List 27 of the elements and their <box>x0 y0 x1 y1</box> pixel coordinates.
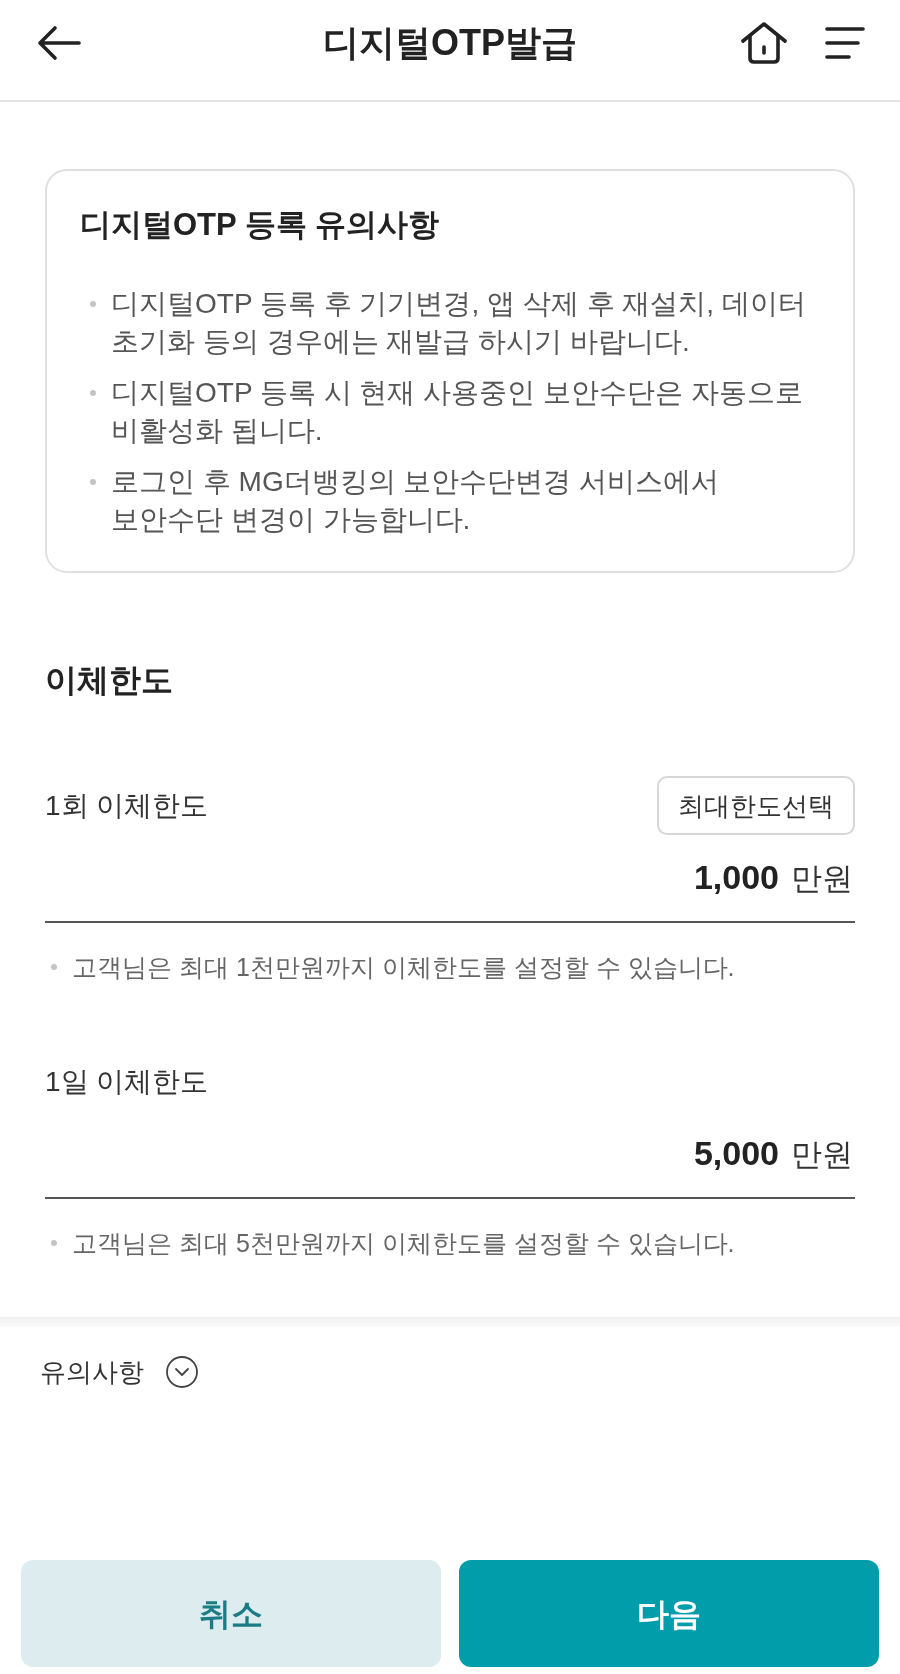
notice-text: 디지털OTP 등록 시 현재 사용중인 보안수단은 자동으로 비활성화 됩니다. <box>111 376 804 448</box>
cancel-button[interactable]: 취소 <box>21 1560 441 1667</box>
notice-text: 디지털OTP 등록 후 기기변경, 앱 삭제 후 재설치, 데이터 초기화 등의 경우에는 재발급 하시기 바랍니다. <box>111 287 807 359</box>
page-title: 디지털OTP발급 <box>323 21 577 65</box>
amount-field[interactable]: 5,000 만원 <box>45 1131 855 1199</box>
bullet-icon <box>51 1240 57 1246</box>
amount-field[interactable]: 1,000 만원 <box>45 855 855 923</box>
section-title: 이체한도 <box>45 661 174 700</box>
field-label: 1일 이체한도 <box>45 1064 209 1099</box>
field-label: 1회 이체한도 <box>45 788 209 823</box>
caution-toggle[interactable]: 유의사항 <box>40 1354 144 1390</box>
back-button[interactable] <box>37 25 81 61</box>
notice-text: 로그인 후 MG더뱅킹의 보안수단변경 서비스에서 보안수단 변경이 가능합니다. <box>111 465 721 537</box>
back-arrow-icon <box>37 25 81 61</box>
max-limit-button[interactable]: 최대한도선택 <box>657 776 855 835</box>
home-button[interactable] <box>741 22 787 64</box>
hint-text: 고객님은 최대 5천만원까지 이체한도를 설정할 수 있습니다. <box>72 1228 735 1259</box>
bullet-icon <box>90 301 96 307</box>
menu-button[interactable] <box>825 27 865 59</box>
menu-icon <box>825 27 865 59</box>
bullet-icon <box>51 964 57 970</box>
hint-text: 고객님은 최대 1천만원까지 이체한도를 설정할 수 있습니다. <box>72 952 735 983</box>
bullet-icon <box>90 390 96 396</box>
notice-title: 디지털OTP 등록 유의사항 <box>80 206 441 244</box>
bullet-icon <box>90 479 96 485</box>
chevron-down-circle-icon[interactable] <box>166 1356 198 1388</box>
home-icon <box>741 22 787 64</box>
